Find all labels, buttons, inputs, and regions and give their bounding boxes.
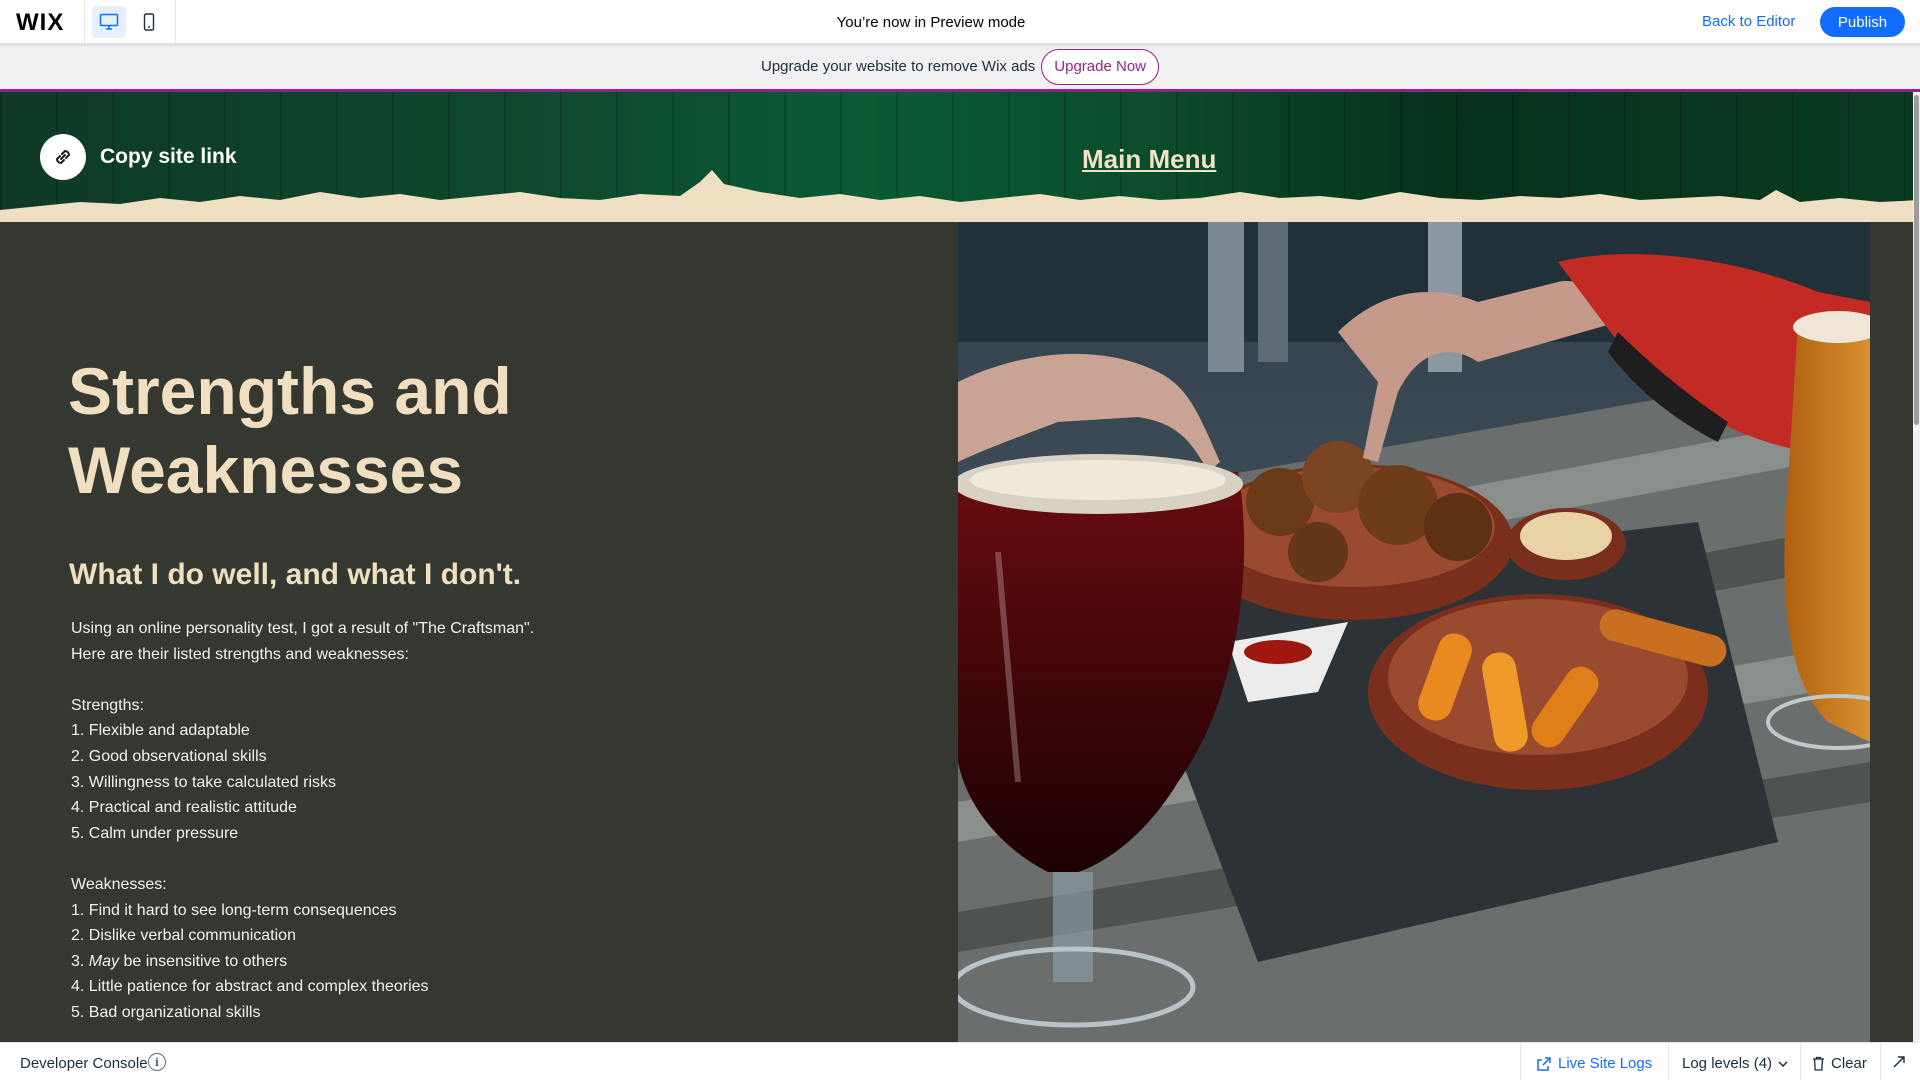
expand-console-button[interactable] xyxy=(1892,1055,1906,1069)
banner-text: Upgrade your website to remove Wix ads xyxy=(760,58,1036,75)
weakness-item: 4. Little patience for abstract and comp… xyxy=(71,978,429,996)
intro-paragraph: Using an online personality test, I got … xyxy=(71,620,535,663)
live-site-logs-label: Live Site Logs xyxy=(1558,1055,1653,1072)
log-levels-label: Log levels (4) xyxy=(1682,1055,1773,1072)
page-title: Strengths and Weaknesses xyxy=(68,354,512,507)
content-section: Strengths and Weaknesses What I do well,… xyxy=(0,222,1920,1042)
link-icon-circle xyxy=(40,134,86,180)
upgrade-now-button[interactable]: Upgrade Now xyxy=(1041,48,1159,85)
torn-paper-edge xyxy=(0,170,1920,222)
live-site-logs-link[interactable]: Live Site Logs xyxy=(1536,1055,1652,1072)
strength-item: 2. Good observational skills xyxy=(71,747,267,765)
upgrade-banner: Upgrade your website to remove Wix ads U… xyxy=(0,44,1920,92)
food-photo-illustration xyxy=(958,222,1870,1042)
info-icon[interactable]: i xyxy=(148,1053,166,1071)
developer-console-bar: Developer Console i Live Site Logs Log l… xyxy=(0,1042,1920,1080)
weaknesses-title: Weaknesses: xyxy=(71,875,167,893)
site-header: Copy site link Main Menu xyxy=(0,92,1920,222)
weakness-item: 1. Find it hard to see long-term consequ… xyxy=(71,901,397,919)
weakness-item: 5. Bad organizational skills xyxy=(71,1003,261,1021)
preview-mode-title: You’re now in Preview mode xyxy=(836,14,1026,31)
developer-console-title[interactable]: Developer Console xyxy=(20,1055,148,1072)
food-photo xyxy=(958,222,1870,1042)
link-icon xyxy=(55,149,71,165)
main-menu-link[interactable]: Main Menu xyxy=(1082,144,1216,175)
weakness-item: 2. Dislike verbal communication xyxy=(71,927,296,945)
back-to-editor-link[interactable]: Back to Editor xyxy=(1702,13,1795,30)
weakness-number: 3. xyxy=(71,952,89,970)
clear-button[interactable]: Clear xyxy=(1812,1055,1867,1072)
weakness-emphasis: May xyxy=(88,952,120,970)
log-levels-dropdown[interactable]: Log levels (4) xyxy=(1682,1055,1788,1072)
weakness-item: 3. May be insensitive to others xyxy=(71,949,541,975)
page-subtitle: What I do well, and what I don't. xyxy=(69,558,522,591)
divider xyxy=(1520,1043,1521,1080)
divider xyxy=(1668,1043,1669,1080)
body-text: Using an online personality test, I got … xyxy=(71,616,541,1026)
publish-button[interactable]: Publish xyxy=(1820,7,1905,37)
strength-item: 5. Calm under pressure xyxy=(71,824,239,842)
copy-site-link-label: Copy site link xyxy=(100,145,237,168)
preview-topbar: WIX You’re now in Preview mode Back to E… xyxy=(0,0,1920,44)
trash-icon xyxy=(1813,1056,1824,1071)
page-scrollbar-thumb[interactable] xyxy=(1914,95,1919,425)
strength-item: 3. Willingness to take calculated risks xyxy=(71,773,336,791)
external-link-icon xyxy=(1537,1056,1551,1071)
strength-item: 4. Practical and realistic attitude xyxy=(71,799,297,817)
expand-arrow-icon xyxy=(1893,1056,1905,1068)
strength-item: 1. Flexible and adaptable xyxy=(71,722,250,740)
divider xyxy=(1880,1043,1881,1080)
copy-site-link-button[interactable]: Copy site link xyxy=(40,134,237,180)
divider xyxy=(1800,1043,1801,1080)
weakness-text: be insensitive to others xyxy=(119,952,288,970)
strengths-title: Strengths: xyxy=(71,696,144,714)
clear-label: Clear xyxy=(1831,1055,1867,1072)
chevron-down-icon xyxy=(1778,1060,1788,1067)
